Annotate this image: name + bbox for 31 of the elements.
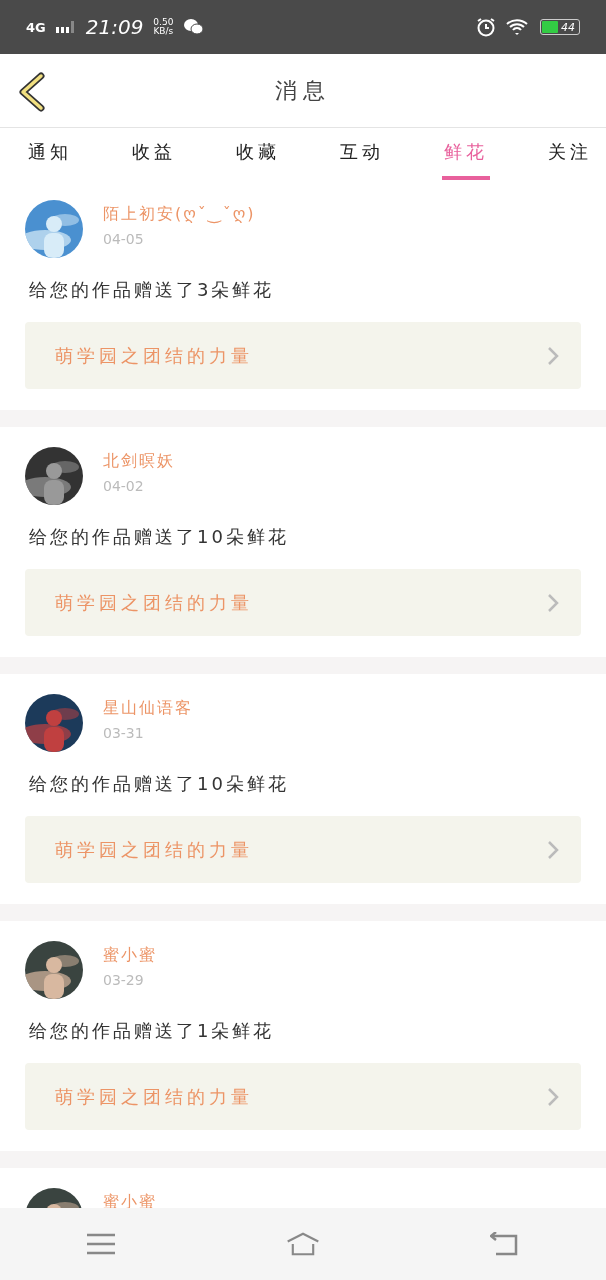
clock-time: 21:09: [85, 15, 144, 39]
message-text: 给您的作品赠送了10朵鲜花: [28, 525, 290, 549]
message-date: 03-29: [103, 972, 145, 988]
battery-percent: 44: [561, 20, 575, 34]
sender-name: 陌上初安(ღˇ‿ˇღ): [103, 204, 256, 225]
message-text: 给您的作品赠送了10朵鲜花: [28, 772, 290, 796]
chevron-right-icon: [547, 345, 559, 366]
chevron-right-icon: [547, 1086, 559, 1107]
chat-app-icon: [183, 18, 204, 36]
tab[interactable]: 收藏: [234, 128, 282, 180]
message-date: 04-05: [103, 231, 145, 247]
sender-name: 蜜小蜜: [103, 945, 157, 966]
chevron-right-icon: [547, 592, 559, 613]
message-date: 04-02: [103, 478, 145, 494]
network-speed: 0.50: [153, 18, 174, 27]
tab[interactable]: 通知: [26, 128, 74, 180]
sender-name: 星山仙语客: [103, 698, 193, 719]
message-date: 03-31: [103, 725, 145, 741]
message-text: 给您的作品赠送了3朵鲜花: [28, 278, 276, 302]
wifi-icon: [506, 18, 530, 36]
message-text: 给您的作品赠送了1朵鲜花: [28, 1019, 276, 1043]
alarm-icon: [476, 17, 496, 37]
signal-icon: [55, 21, 76, 33]
tab[interactable]: 互动: [338, 128, 386, 180]
tab[interactable]: 收益: [130, 128, 178, 180]
network-type: 4G: [26, 19, 46, 35]
tab[interactable]: 关注: [546, 128, 594, 180]
chevron-right-icon: [547, 839, 559, 860]
speed-unit: KB/s: [153, 27, 174, 36]
sender-name: 北剑暝妖: [103, 451, 175, 472]
page-title: 消息: [275, 76, 331, 105]
